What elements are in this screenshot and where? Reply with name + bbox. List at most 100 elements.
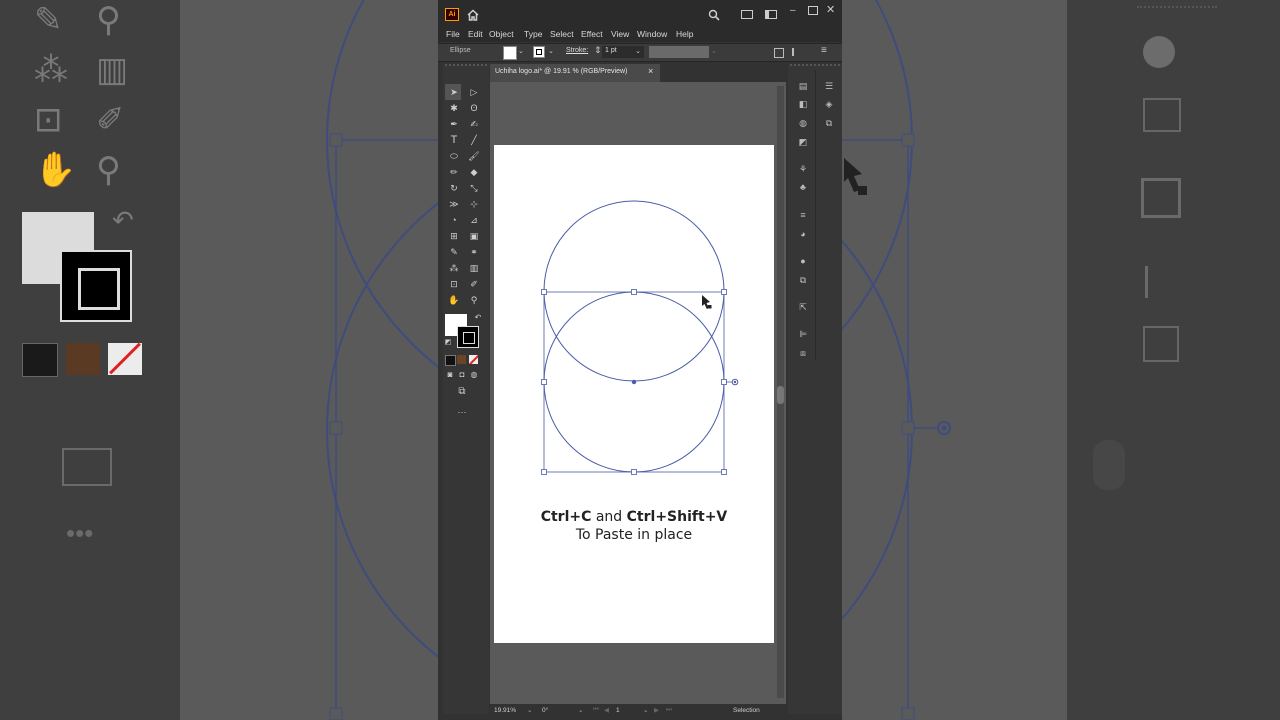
blend-tool-icon[interactable]: ⚭ [467,246,481,258]
scale-tool-icon[interactable]: ⤡ [467,182,481,194]
eraser-tool-icon[interactable]: ◆ [467,166,481,178]
zoom-level[interactable]: 19.91% [494,707,516,714]
pathfinder-icon[interactable]: ⧈ [796,347,810,359]
libraries-icon[interactable]: ▤ [796,80,810,92]
free-transform-tool-icon[interactable]: ⊹ [467,198,481,210]
menu-effect[interactable]: Effect [581,26,603,42]
more-tools-icon[interactable]: ··· [455,406,469,418]
stroke-stepper-icon[interactable]: ⇕ [594,45,602,56]
stroke-label[interactable]: Stroke: [566,47,588,54]
stroke-swatch[interactable] [457,326,479,348]
type-tool-icon[interactable]: T [447,134,461,146]
gradient-tool-icon[interactable]: ▣ [467,230,481,242]
layers-icon[interactable]: ◈ [822,98,836,110]
appearance-icon[interactable]: ● [796,255,810,267]
align-panel-icon[interactable]: ⊫ [796,328,810,340]
gradient-mode-icon[interactable] [457,355,466,364]
variable-width-profile[interactable] [649,46,709,58]
artboard-tool-icon[interactable]: ⊡ [447,278,461,290]
menu-file[interactable]: File [446,26,460,42]
draw-inside-icon[interactable]: ◍ [467,369,481,381]
graphic-styles-icon[interactable]: ⧉ [796,274,810,286]
swap-fill-stroke-icon[interactable]: ↶ [471,312,485,324]
fill-color-swatch[interactable] [503,46,517,60]
symbols-icon[interactable]: ♣ [796,181,810,193]
direct-selection-tool-icon[interactable]: ▷ [467,86,481,98]
home-icon[interactable] [467,8,479,21]
graph-tool-icon[interactable]: ▥ [467,262,481,274]
first-artboard-icon[interactable]: ⏮ [593,706,599,714]
menu-type[interactable]: Type [524,26,542,42]
zoom-tool-icon[interactable]: ⚲ [467,294,481,306]
chevron-down-icon[interactable]: ⌄ [518,47,524,55]
panel-grip[interactable] [445,64,487,72]
stroke-color-swatch[interactable] [533,46,545,58]
pen-tool-icon[interactable]: ✒ [447,118,461,130]
minimize-button[interactable]: – [790,6,800,16]
menu-object[interactable]: Object [489,26,514,42]
export-icon[interactable]: ⇱ [796,301,810,313]
none-mode-icon[interactable] [469,355,478,364]
rotate-tool-icon[interactable]: ↻ [447,182,461,194]
current-tool-status[interactable]: Selection [733,707,760,714]
slice-tool-icon[interactable]: ✐ [467,278,481,290]
next-artboard-icon[interactable]: ▶ [654,706,659,714]
chevron-down-icon[interactable]: ⌄ [578,706,583,714]
menu-view[interactable]: View [611,26,629,42]
perspective-grid-tool-icon[interactable]: ⊿ [467,214,481,226]
brushes-icon[interactable]: ⚘ [796,163,810,175]
background-right [1067,0,1280,720]
vertical-scrollbar[interactable] [777,86,784,698]
properties-icon[interactable]: ☰ [822,80,836,92]
ellipse-tool-icon[interactable]: ⬭ [447,150,461,162]
menu-edit[interactable]: Edit [468,26,483,42]
hand-tool-icon[interactable]: ✋ [447,294,461,306]
pencil-tool-icon[interactable]: ✏ [447,166,461,178]
align-to-icon[interactable] [774,48,784,58]
artwork[interactable] [494,145,774,643]
menu-window[interactable]: Window [637,26,667,42]
eyedropper-tool-icon[interactable]: ✎ [447,246,461,258]
artboard[interactable]: Ctrl+C and Ctrl+Shift+V To Paste in plac… [494,145,774,643]
chevron-down-icon[interactable]: ⌄ [548,47,554,55]
default-colors-icon[interactable]: ◩ [441,337,455,349]
document-tab[interactable]: Uchiha logo.ai* @ 19.91 % (RGB/Preview) … [490,64,660,82]
gradient-panel-icon[interactable]: ◧ [796,98,810,110]
symbol-sprayer-tool-icon[interactable]: ⁂ [447,262,461,274]
line-tool-icon[interactable]: ╱ [467,134,481,146]
color-panel-icon[interactable]: ◍ [796,117,810,129]
width-tool-icon[interactable]: ≫ [447,198,461,210]
stroke-weight-field[interactable]: 1 pt ⌄ [602,46,644,58]
search-icon[interactable] [708,8,720,21]
workspace-icon[interactable] [741,10,753,19]
last-artboard-icon[interactable]: ⏭ [666,706,672,714]
symbol-sprayer-icon: ⁂ [34,51,68,89]
control-menu-icon[interactable]: ≡ [821,45,827,56]
chevron-down-icon[interactable]: ⌄ [527,706,532,714]
align-icon[interactable] [792,48,802,56]
rotation-value[interactable]: 0° [542,707,548,714]
lasso-tool-icon[interactable]: ʘ [467,102,481,114]
artboards-icon[interactable]: ⧉ [822,117,836,129]
color-mode-icon[interactable] [445,355,456,366]
selection-tool-icon[interactable]: ➤ [447,86,461,98]
paintbrush-tool-icon[interactable]: 🖌 [467,150,481,162]
maximize-button[interactable] [808,6,818,15]
stroke-panel-icon[interactable]: ≡ [796,209,810,221]
chevron-down-icon[interactable]: ⌄ [643,706,648,714]
arrange-documents-icon[interactable] [765,10,777,19]
previous-artboard-icon[interactable]: ◀ [604,706,609,714]
artboard-number[interactable]: 1 [616,707,620,714]
menu-select[interactable]: Select [550,26,574,42]
mesh-tool-icon[interactable]: ⊞ [447,230,461,242]
close-window-button[interactable]: ✕ [826,3,836,16]
shape-builder-tool-icon[interactable]: ◔ [447,214,461,226]
pathfinder-icon [1143,326,1179,362]
menu-help[interactable]: Help [676,26,693,42]
magic-wand-tool-icon[interactable]: ✱ [447,102,461,114]
screen-mode-icon[interactable]: ⧉ [455,386,469,398]
color-guide-icon[interactable]: ◩ [796,136,810,148]
transparency-icon[interactable]: ◕ [796,228,810,240]
close-tab-icon[interactable]: × [648,66,653,76]
curvature-tool-icon[interactable]: ✍ [467,118,481,130]
